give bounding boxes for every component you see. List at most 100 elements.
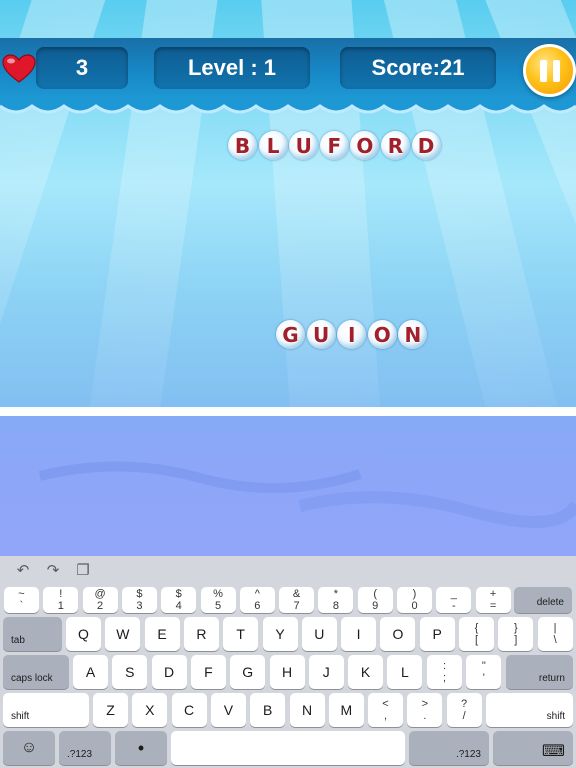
key-n[interactable]: N	[289, 693, 325, 727]
key-e[interactable]: E	[144, 617, 180, 651]
heart-icon	[2, 54, 36, 83]
key-m[interactable]: M	[328, 693, 364, 727]
key-glyph: 7	[293, 600, 300, 612]
key-k[interactable]: K	[348, 655, 384, 689]
tab-key[interactable]: tab	[3, 617, 62, 651]
key-legend: ^ 6	[254, 588, 260, 612]
key-punct-z0[interactable]: <,	[368, 693, 403, 727]
key-glyph: :	[442, 660, 447, 672]
key-label: D	[164, 664, 175, 680]
key-0[interactable]: ) 0	[397, 587, 432, 613]
key-glyph: '	[482, 672, 485, 684]
key-t[interactable]: T	[223, 617, 259, 651]
key-label: B	[263, 702, 273, 718]
shift-key-right[interactable]: shift	[486, 693, 573, 727]
shift-key-left[interactable]: shift	[3, 693, 89, 727]
delete-key[interactable]: delete	[514, 587, 572, 613]
space-bar[interactable]	[171, 731, 405, 765]
key-l[interactable]: L	[387, 655, 423, 689]
key-q[interactable]: Q	[66, 617, 101, 651]
key-glyph: =	[489, 600, 497, 612]
key-a[interactable]: A	[73, 655, 108, 689]
key-sym[interactable]: _ -	[436, 587, 472, 613]
keyboard-dismiss-key[interactable]: ⌨	[493, 731, 573, 765]
key-v[interactable]: V	[210, 693, 246, 727]
key-label: G	[242, 664, 254, 680]
key-punct-1[interactable]: " '	[466, 655, 502, 689]
key-5[interactable]: % 5	[200, 587, 236, 613]
numbers-key-left[interactable]: .?123	[59, 731, 111, 765]
key-glyph: ^	[254, 588, 260, 600]
key-punct-z2[interactable]: ? /	[446, 693, 482, 727]
key-h[interactable]: H	[269, 655, 305, 689]
key-f[interactable]: F	[190, 655, 226, 689]
key-label: T	[236, 626, 245, 642]
key-y[interactable]: Y	[262, 617, 298, 651]
key-8[interactable]: * 8	[318, 587, 354, 613]
key-sym[interactable]: ~ `	[4, 587, 39, 613]
key-4[interactable]: $4	[161, 587, 197, 613]
keyboard-toolbar: ↶ ↷ ❐	[0, 556, 576, 586]
key-glyph: {	[474, 622, 479, 634]
numbers-key-right[interactable]: .?123	[409, 731, 489, 765]
key-label: R	[196, 626, 207, 642]
key-c[interactable]: C	[171, 693, 207, 727]
key-7[interactable]: & 7	[279, 587, 315, 613]
key-glyph: !	[59, 588, 63, 600]
key-2[interactable]: @2	[82, 587, 118, 613]
key-r[interactable]: R	[183, 617, 219, 651]
key-label: shift	[546, 711, 565, 722]
key-glyph: 5	[214, 600, 222, 612]
key-s[interactable]: S	[112, 655, 148, 689]
key-u[interactable]: U	[301, 617, 337, 651]
dictation-key[interactable]: •	[115, 731, 167, 765]
key-g[interactable]: G	[230, 655, 266, 689]
key-glyph: *	[333, 588, 339, 600]
key-label: V	[223, 702, 234, 718]
caps-lock-key[interactable]: caps lock	[3, 655, 69, 689]
key-glyph: \	[553, 634, 557, 646]
lives-counter: 3	[36, 47, 128, 89]
key-glyph: >	[421, 698, 429, 710]
key-o[interactable]: O	[380, 617, 416, 651]
key-i[interactable]: I	[341, 617, 377, 651]
key-b[interactable]: B	[250, 693, 286, 727]
key-glyph: +	[489, 588, 497, 600]
undo-icon[interactable]: ↶	[14, 563, 32, 579]
key-label: L	[400, 664, 409, 680]
key-legend: ! 1	[58, 588, 64, 612]
key-3[interactable]: $3	[121, 587, 157, 613]
emoji-key[interactable]: ☺	[3, 731, 55, 765]
letter-bubble: I	[337, 320, 367, 349]
redo-icon[interactable]: ↷	[44, 563, 62, 579]
pause-button[interactable]	[523, 44, 576, 97]
return-key[interactable]: return	[506, 655, 573, 689]
key-6[interactable]: ^ 6	[239, 587, 275, 613]
key-punct-z1[interactable]: >.	[407, 693, 443, 727]
key-z[interactable]: Z	[93, 693, 128, 727]
key-w[interactable]: W	[105, 617, 141, 651]
key-p[interactable]: P	[419, 617, 455, 651]
key-9[interactable]: (9	[357, 587, 393, 613]
key-bracket-1[interactable]: }]	[498, 617, 534, 651]
key-x[interactable]: X	[132, 693, 168, 727]
key-bracket-2[interactable]: | \	[537, 617, 573, 651]
key-punct-0[interactable]: :;	[427, 655, 462, 689]
letter-bubble: O	[367, 320, 397, 349]
key-d[interactable]: D	[151, 655, 187, 689]
key-label: K	[360, 664, 371, 680]
key-legend: % 5	[213, 588, 223, 612]
key-bracket-0[interactable]: {[	[459, 617, 494, 651]
key-1[interactable]: ! 1	[43, 587, 79, 613]
water-floor	[0, 416, 576, 556]
paste-icon[interactable]: ❐	[74, 563, 92, 579]
key-glyph: 3	[136, 600, 143, 612]
key-legend: {[	[475, 622, 479, 646]
key-j[interactable]: J	[308, 655, 344, 689]
key-glyph: ;	[442, 672, 447, 684]
key-legend: + =	[490, 588, 496, 612]
ground-line	[0, 407, 576, 416]
key-glyph: [	[474, 634, 479, 646]
key-sym[interactable]: + =	[475, 587, 511, 613]
key-label: Z	[106, 702, 115, 718]
